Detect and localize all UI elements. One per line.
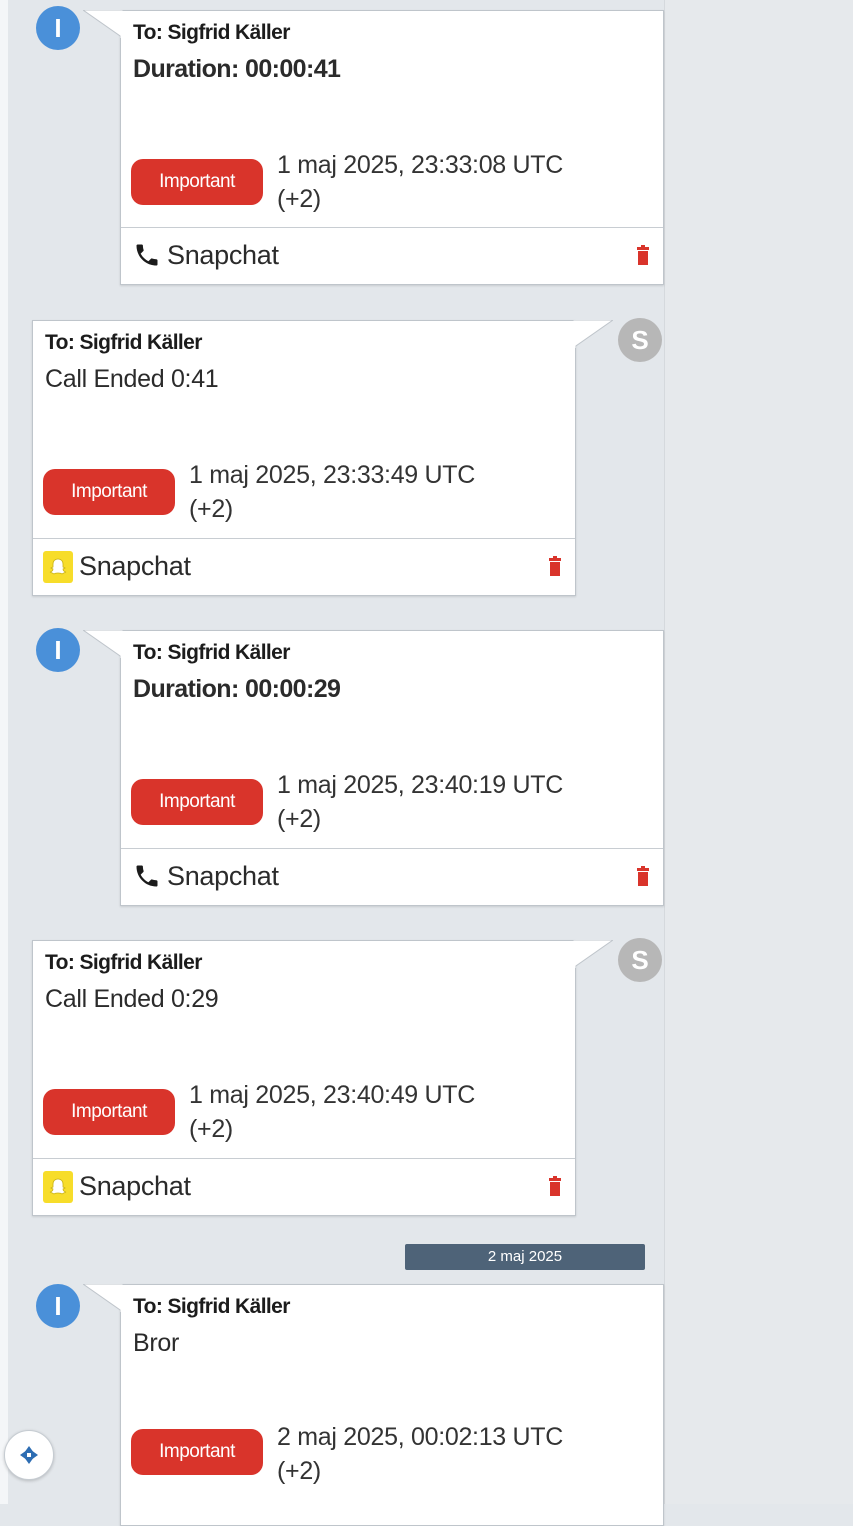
message-bubble[interactable]: To: Sigfrid Käller Duration: 00:00:41 Im… [83,10,664,285]
message-bubble[interactable]: To: Sigfrid Käller Call Ended 0:41 Impor… [32,320,613,596]
important-tag[interactable]: Important [131,1429,263,1475]
phone-icon [136,865,158,887]
message-body: Call Ended 0:29 [45,985,219,1013]
important-tag[interactable]: Important [131,779,263,825]
avatar: I [36,6,80,50]
message-body: Bror [133,1329,180,1357]
delete-icon[interactable] [549,1176,561,1196]
scroll-navigate-button[interactable] [4,1430,54,1480]
avatar: I [36,628,80,672]
bubble-tail [573,940,613,968]
snapchat-icon [43,1171,73,1203]
timestamp-date: 1 maj 2025, 23:33:08 UTC [277,151,564,179]
message-source: Snapchat [167,240,279,270]
message-bubble[interactable]: To: Sigfrid Käller Duration: 00:00:29 Im… [83,630,664,906]
message-timestamp: 1 maj 2025, 23:33:49 UTC (+2) [189,458,475,526]
message-timestamp: 1 maj 2025, 23:40:49 UTC (+2) [189,1078,475,1146]
message-body: Duration: 00:00:29 [133,675,341,703]
timestamp-offset: (+2) [277,1457,321,1485]
message-source: Snapchat [79,551,191,581]
delete-icon[interactable] [549,556,561,576]
avatar: S [618,938,662,982]
date-separator: 2 maj 2025 [405,1244,645,1270]
important-tag[interactable]: Important [43,1089,175,1135]
message-source: Snapchat [79,1171,191,1201]
message-source: Snapchat [167,861,279,891]
message-timestamp: 1 maj 2025, 23:40:19 UTC (+2) [277,768,563,836]
bubble-tail [83,1284,123,1312]
message-footer: Snapchat [121,227,663,284]
snapchat-icon [43,551,73,583]
message-timestamp: 1 maj 2025, 23:33:08 UTC (+2) [277,148,563,216]
bubble-tail [83,10,123,38]
avatar: S [618,318,662,362]
timestamp-offset: (+2) [277,185,321,213]
bubble-tail [573,320,613,348]
navigate-icon [20,1446,38,1464]
bubble-tail [83,630,123,658]
timestamp-offset: (+2) [189,495,233,523]
message-bubble[interactable]: To: Sigfrid Käller Call Ended 0:29 Impor… [32,940,613,1216]
important-tag[interactable]: Important [43,469,175,515]
timestamp-date: 1 maj 2025, 23:40:49 UTC [189,1081,476,1109]
message-bubble[interactable]: To: Sigfrid Käller Bror Important 2 maj … [83,1284,664,1526]
important-tag[interactable]: Important [131,159,263,205]
message-timestamp: 2 maj 2025, 00:02:13 UTC (+2) [277,1420,563,1488]
timestamp-date: 1 maj 2025, 23:40:19 UTC [277,771,564,799]
phone-icon [136,244,158,266]
message-recipient: To: Sigfrid Käller [133,641,290,664]
timestamp-date: 1 maj 2025, 23:33:49 UTC [189,461,476,489]
message-recipient: To: Sigfrid Käller [133,1295,290,1318]
timestamp-offset: (+2) [277,805,321,833]
avatar: I [36,1284,80,1328]
message-footer: Snapchat [33,538,575,595]
timestamp-offset: (+2) [189,1115,233,1143]
message-recipient: To: Sigfrid Käller [133,21,290,44]
right-pane [664,0,853,1504]
message-body: Duration: 00:00:41 [133,55,341,83]
message-footer: Snapchat [121,848,663,905]
delete-icon[interactable] [637,866,649,886]
message-body: Call Ended 0:41 [45,365,219,393]
message-recipient: To: Sigfrid Käller [45,951,202,974]
message-footer: Snapchat [33,1158,575,1215]
timestamp-date: 2 maj 2025, 00:02:13 UTC [277,1423,564,1451]
delete-icon[interactable] [637,245,649,265]
left-gutter [0,0,8,1504]
message-recipient: To: Sigfrid Käller [45,331,202,354]
